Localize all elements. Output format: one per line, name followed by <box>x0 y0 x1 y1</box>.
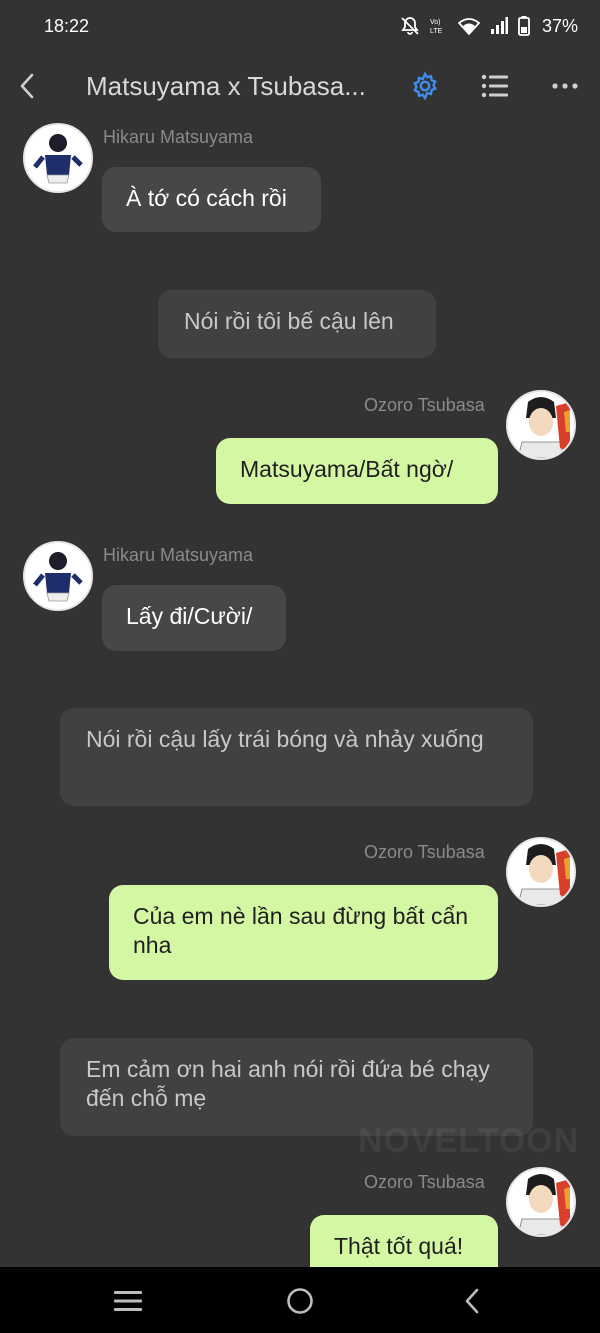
status-bar: 18:22 Vo) LTE 37% <box>0 0 600 52</box>
recents-icon[interactable] <box>108 1281 148 1321</box>
battery-percent: 37% <box>541 15 578 36</box>
avatar-hikaru-matsuyama[interactable] <box>23 123 93 193</box>
avatar-ozoro-tsubasa[interactable] <box>506 837 576 907</box>
narration-bubble[interactable]: Nói rồi tôi bế cậu lên <box>158 290 436 358</box>
sender-name: Hikaru Matsuyama <box>103 127 254 147</box>
chat-messages[interactable]: Hikaru Matsuyama À tớ có cách rồi Nói rồ… <box>0 120 600 1267</box>
system-nav-bar <box>0 1267 600 1333</box>
message-bubble[interactable]: Của em nè lần sau đừng bất cẩn nha <box>109 885 498 980</box>
narration-bubble[interactable]: Nói rồi cậu lấy trái bóng và nhảy xuống <box>60 708 533 806</box>
volte-icon: Vo) LTE <box>430 16 448 36</box>
sender-name: Ozoro Tsubasa <box>364 1172 485 1192</box>
avatar-ozoro-tsubasa[interactable] <box>506 1167 576 1237</box>
message-bubble[interactable]: À tớ có cách rồi <box>102 167 321 232</box>
list-menu-icon[interactable] <box>475 66 515 106</box>
mute-icon <box>400 16 420 36</box>
svg-text:Vo): Vo) <box>430 19 441 26</box>
chat-title: Matsuyama x Tsubasa... <box>86 70 366 101</box>
back-icon[interactable] <box>452 1281 492 1321</box>
sender-name: Ozoro Tsubasa <box>364 842 485 862</box>
svg-text:LTE: LTE <box>430 28 443 35</box>
wifi-icon <box>457 17 480 35</box>
back-arrow-icon[interactable] <box>0 52 54 120</box>
battery-icon <box>518 16 530 36</box>
avatar-ozoro-tsubasa[interactable] <box>506 390 576 460</box>
status-time: 18:22 <box>44 15 90 36</box>
app-bar: Matsuyama x Tsubasa... <box>0 52 600 120</box>
more-options-icon[interactable] <box>545 66 585 106</box>
sender-name: Hikaru Matsuyama <box>103 545 254 565</box>
message-bubble[interactable]: Lấy đi/Cười/ <box>102 585 286 651</box>
avatar-hikaru-matsuyama[interactable] <box>23 541 93 611</box>
home-icon[interactable] <box>280 1281 320 1321</box>
message-bubble[interactable]: Matsuyama/Bất ngờ/ <box>216 438 498 504</box>
settings-gear-icon[interactable] <box>405 66 445 106</box>
watermark: NOVELTOON <box>358 1122 580 1160</box>
sender-name: Ozoro Tsubasa <box>364 395 485 415</box>
status-icons: Vo) LTE 37% <box>400 16 578 37</box>
message-bubble[interactable]: Thật tốt quá! <box>310 1215 498 1267</box>
signal-icon <box>490 17 508 35</box>
